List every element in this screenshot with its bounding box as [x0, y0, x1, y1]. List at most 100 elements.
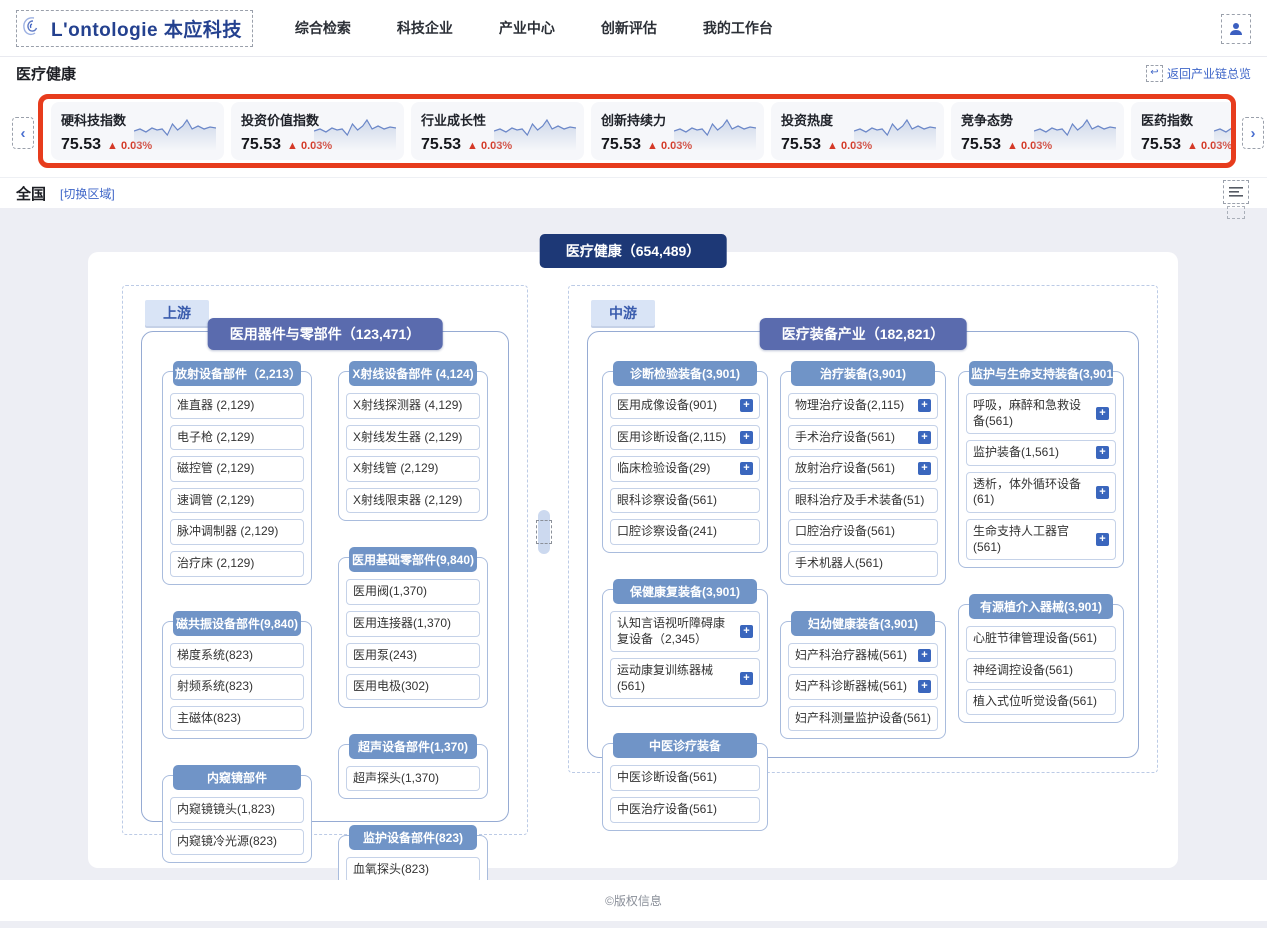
chain-node-item[interactable]: 放射治疗设备(561)+ — [788, 456, 938, 482]
chain-node-item[interactable]: 磁控管 (2,129) — [170, 456, 304, 482]
expand-plus-icon[interactable]: + — [740, 462, 753, 475]
chain-node-item[interactable]: 电子枪 (2,129) — [170, 425, 304, 451]
chain-node-item[interactable]: 中医治疗设备(561) — [610, 797, 760, 823]
expand-plus-icon[interactable]: + — [740, 399, 753, 412]
chain-node-item[interactable]: 生命支持人工器官(561)+ — [966, 519, 1116, 560]
metric-card[interactable]: 投资热度 75.53 ▲ 0.03% — [771, 102, 944, 160]
expand-plus-icon[interactable]: + — [740, 431, 753, 444]
chain-node-item[interactable]: X射线探测器 (4,129) — [346, 393, 480, 419]
metric-card[interactable]: 医药指数 75.53 ▲ 0.03% — [1131, 102, 1236, 160]
chain-node-item[interactable]: X射线发生器 (2,129) — [346, 425, 480, 451]
expand-plus-icon[interactable]: + — [1096, 533, 1109, 546]
expand-plus-icon[interactable]: + — [918, 462, 931, 475]
chain-node-item[interactable]: 妇产科治疗器械(561)+ — [788, 643, 938, 669]
chain-node-item[interactable]: 速调管 (2,129) — [170, 488, 304, 514]
fullscreen-icon[interactable] — [1227, 206, 1245, 219]
chain-node-item[interactable]: 医用连接器(1,370) — [346, 611, 480, 637]
expand-plus-icon[interactable]: + — [918, 680, 931, 693]
user-avatar-button[interactable] — [1221, 14, 1251, 44]
subgroup-header[interactable]: 诊断检验装备(3,901) — [613, 361, 757, 386]
subgroup-header[interactable]: 有源植介入器械(3,901) — [969, 594, 1113, 619]
expand-plus-icon[interactable]: + — [918, 399, 931, 412]
subgroup-header[interactable]: 放射设备部件（2,213） — [173, 361, 301, 386]
subgroup-header[interactable]: 监护设备部件(823) — [349, 825, 477, 850]
chain-node-item[interactable]: 中医诊断设备(561) — [610, 765, 760, 791]
switch-region-link[interactable]: [切换区域] — [60, 185, 115, 202]
expand-plus-icon[interactable]: + — [918, 431, 931, 444]
expand-plus-icon[interactable]: + — [740, 672, 753, 685]
chain-node-item[interactable]: X射线管 (2,129) — [346, 456, 480, 482]
chain-node-item[interactable]: 医用电极(302) — [346, 674, 480, 700]
nav-item-workbench[interactable]: 我的工作台 — [703, 18, 773, 38]
chain-node-item[interactable]: 射频系统(823) — [170, 674, 304, 700]
nav-item-innovation-eval[interactable]: 创新评估 — [601, 18, 657, 38]
chain-node-item[interactable]: 手术机器人(561) — [788, 551, 938, 577]
subgroup-header[interactable]: 超声设备部件(1,370) — [349, 734, 477, 759]
chain-node-item[interactable]: 临床检验设备(29)+ — [610, 456, 760, 482]
chain-node-item[interactable]: 植入式位听觉设备(561) — [966, 689, 1116, 715]
list-view-button[interactable] — [1223, 180, 1249, 204]
chain-node-item[interactable]: 监护装备(1,561)+ — [966, 440, 1116, 466]
chain-node-item[interactable]: 医用阀(1,370) — [346, 579, 480, 605]
metrics-scroll-right-button[interactable]: › — [1242, 117, 1264, 149]
chain-node-item[interactable]: 主磁体(823) — [170, 706, 304, 732]
metric-value: 75.53 — [1141, 136, 1181, 154]
chain-node-item[interactable]: 物理治疗设备(2,115)+ — [788, 393, 938, 419]
chain-node-item[interactable]: 透析，体外循环设备(61)+ — [966, 472, 1116, 513]
chain-node-item[interactable]: 治疗床 (2,129) — [170, 551, 304, 577]
metric-card[interactable]: 硬科技指数 75.53 ▲ 0.03% — [51, 102, 224, 160]
metric-value: 75.53 — [421, 136, 461, 154]
subgroup-header[interactable]: 中医诊疗装备 — [613, 733, 757, 758]
chain-node-item[interactable]: 超声探头(1,370) — [346, 766, 480, 792]
metrics-scroll-left-button[interactable]: ‹ — [12, 117, 34, 149]
metric-card[interactable]: 竞争态势 75.53 ▲ 0.03% — [951, 102, 1124, 160]
subgroup-header[interactable]: 治疗装备(3,901) — [791, 361, 935, 386]
chain-node-item[interactable]: 认知言语视听障碍康复设备（2,345）+ — [610, 611, 760, 652]
subgroup-header[interactable]: 医用基础零部件(9,840) — [349, 547, 477, 572]
chain-node-item[interactable]: 心脏节律管理设备(561) — [966, 626, 1116, 652]
nav-item-search[interactable]: 综合检索 — [295, 18, 351, 38]
back-to-overview-link[interactable]: ↩ 返回产业链总览 — [1146, 65, 1251, 82]
chain-node-item[interactable]: 神经调控设备(561) — [966, 658, 1116, 684]
chain-node-item[interactable]: X射线限束器 (2,129) — [346, 488, 480, 514]
metric-card[interactable]: 行业成长性 75.53 ▲ 0.03% — [411, 102, 584, 160]
metric-card[interactable]: 投资价值指数 75.53 ▲ 0.03% — [231, 102, 404, 160]
subgroup-header[interactable]: 磁共振设备部件(9,840) — [173, 611, 301, 636]
chain-node-item[interactable]: 运动康复训练器械(561)+ — [610, 658, 760, 699]
chain-node-item[interactable]: 医用成像设备(901)+ — [610, 393, 760, 419]
expand-plus-icon[interactable]: + — [1096, 407, 1109, 420]
subgroup-header[interactable]: 保健康复装备(3,901) — [613, 579, 757, 604]
subgroup-header[interactable]: 内窥镜部件 — [173, 765, 301, 790]
chain-node-item[interactable]: 医用诊断设备(2,115)+ — [610, 425, 760, 451]
chain-node-item[interactable]: 口腔诊察设备(241) — [610, 519, 760, 545]
expand-plus-icon[interactable]: + — [740, 625, 753, 638]
subgroup-header[interactable]: 妇幼健康装备(3,901) — [791, 611, 935, 636]
metric-card[interactable]: 创新持续力 75.53 ▲ 0.03% — [591, 102, 764, 160]
chain-node-item[interactable]: 手术治疗设备(561)+ — [788, 425, 938, 451]
metric-name: 硬科技指数 — [61, 110, 134, 129]
chain-node-item[interactable]: 口腔治疗设备(561) — [788, 519, 938, 545]
chain-node-item[interactable]: 梯度系统(823) — [170, 643, 304, 669]
chain-node-item[interactable]: 内窥镜镜头(1,823) — [170, 797, 304, 823]
subgroup-header[interactable]: X射线设备部件 (4,124) — [349, 361, 477, 386]
expand-plus-icon[interactable]: + — [1096, 446, 1109, 459]
chain-node-item[interactable]: 眼科治疗及手术装备(51) — [788, 488, 938, 514]
expand-plus-icon[interactable]: + — [918, 649, 931, 662]
chain-node-item[interactable]: 妇产科诊断器械(561)+ — [788, 674, 938, 700]
nav-item-tech-company[interactable]: 科技企业 — [397, 18, 453, 38]
chain-node-item[interactable]: 准直器 (2,129) — [170, 393, 304, 419]
chain-node-item[interactable]: 眼科诊察设备(561) — [610, 488, 760, 514]
midstream-group-header[interactable]: 医疗装备产业（182,821） — [760, 318, 967, 350]
chain-root-node[interactable]: 医疗健康（654,489） — [540, 234, 727, 268]
panel-collapse-handle[interactable] — [537, 510, 551, 554]
expand-plus-icon[interactable]: + — [1096, 486, 1109, 499]
chain-node-item[interactable]: 呼吸，麻醉和急救设备(561)+ — [966, 393, 1116, 434]
logo[interactable]: L'ontologie 本应科技 — [16, 10, 253, 47]
chain-node-item[interactable]: 医用泵(243) — [346, 643, 480, 669]
upstream-group-header[interactable]: 医用器件与零部件（123,471） — [208, 318, 443, 350]
chain-node-item[interactable]: 脉冲调制器 (2,129) — [170, 519, 304, 545]
subgroup-header[interactable]: 监护与生命支持装备(3,901) — [969, 361, 1113, 386]
chain-node-item[interactable]: 内窥镜冷光源(823) — [170, 829, 304, 855]
chain-node-item[interactable]: 妇产科测量监护设备(561) — [788, 706, 938, 732]
nav-item-industry-center[interactable]: 产业中心 — [499, 18, 555, 38]
